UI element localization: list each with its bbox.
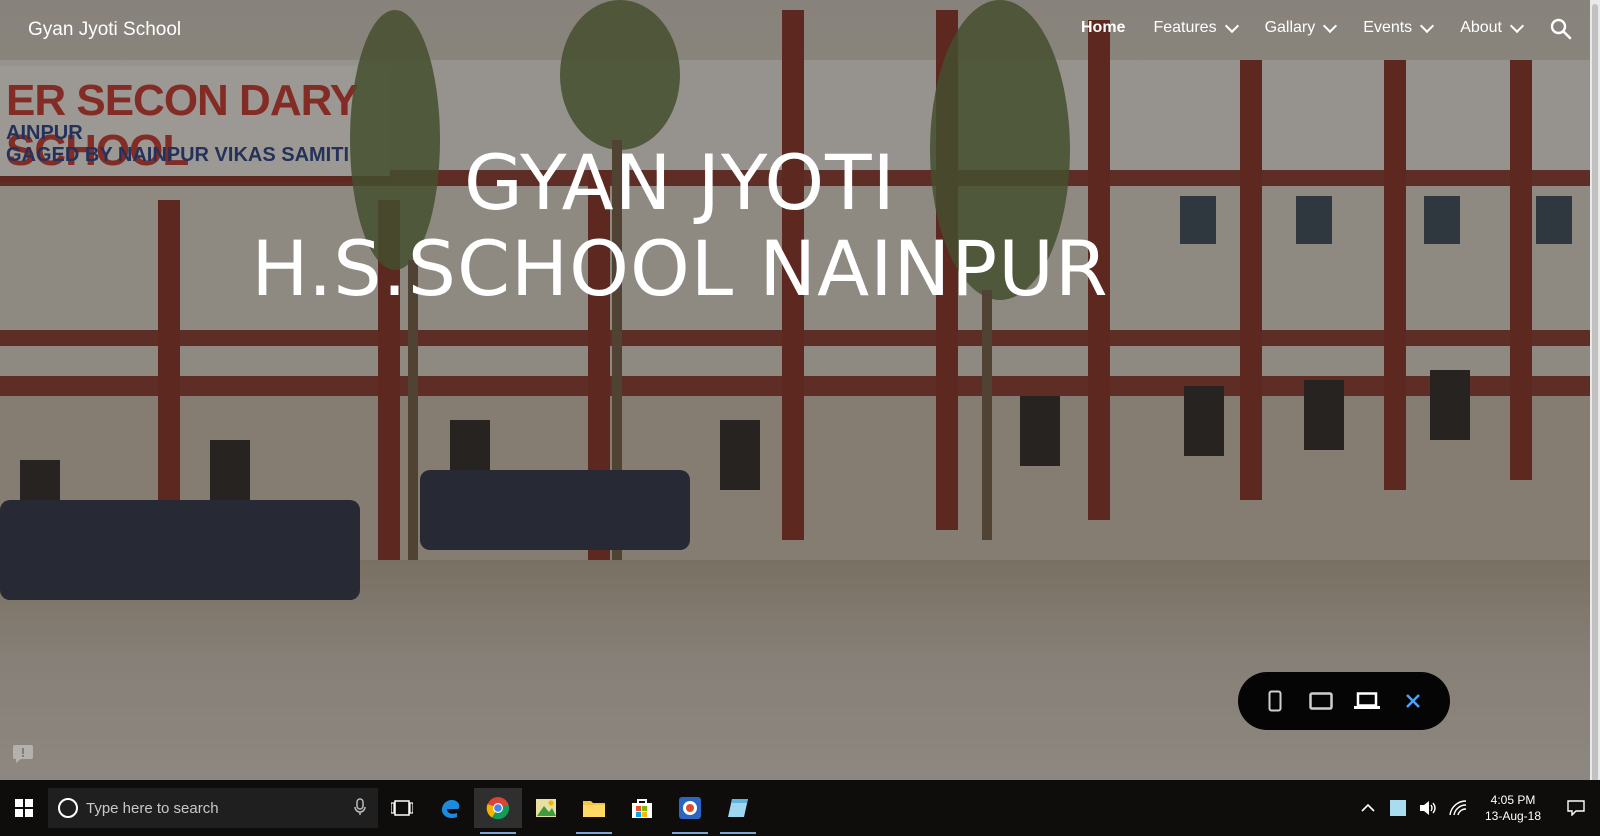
hero-title: GYAN JYOTI H.S.SCHOOL NAINPUR bbox=[0, 140, 1360, 312]
nav-item-label: About bbox=[1460, 19, 1502, 36]
notes-app-icon[interactable] bbox=[714, 788, 762, 834]
windows-taskbar: Type here to search 4:05 PM 13-Aug-18 bbox=[0, 780, 1600, 836]
windows-start-icon[interactable] bbox=[0, 788, 48, 828]
chevron-up-icon[interactable] bbox=[1358, 798, 1378, 818]
nav-item-label: Features bbox=[1153, 19, 1217, 36]
system-tray: 4:05 PM 13-Aug-18 bbox=[1358, 788, 1600, 828]
clock-date: 13-Aug-18 bbox=[1484, 809, 1542, 823]
cortana-icon bbox=[58, 798, 78, 818]
task-view-icon[interactable] bbox=[378, 788, 426, 828]
hero-title-line-2: H.S.SCHOOL NAINPUR bbox=[251, 224, 1109, 313]
nav-item-gallary[interactable]: Gallary bbox=[1264, 18, 1338, 37]
hero-title-line-1: GYAN JYOTI bbox=[464, 138, 896, 227]
image-app-icon[interactable] bbox=[522, 788, 570, 828]
tray-app-icon[interactable] bbox=[1388, 798, 1408, 818]
device-preview-bar bbox=[1238, 672, 1450, 730]
volume-icon[interactable] bbox=[1418, 798, 1438, 818]
media-app-icon[interactable] bbox=[666, 788, 714, 834]
nav-item-label: Events bbox=[1363, 19, 1413, 36]
nav-item-label: Gallary bbox=[1264, 19, 1316, 36]
site-title[interactable]: Gyan Jyoti School bbox=[28, 19, 181, 41]
nav-item-home[interactable]: Home bbox=[1081, 19, 1125, 37]
chevron-down-icon bbox=[1323, 18, 1338, 33]
clock-time: 4:05 PM bbox=[1490, 793, 1536, 807]
chrome-icon[interactable] bbox=[474, 788, 522, 834]
edge-icon[interactable] bbox=[426, 788, 474, 828]
main-nav: Home Features Gallary Events About bbox=[1081, 18, 1525, 37]
taskbar-search-box[interactable]: Type here to search bbox=[48, 788, 378, 828]
search-icon[interactable] bbox=[1550, 18, 1572, 40]
close-icon[interactable] bbox=[1397, 685, 1429, 717]
file-explorer-icon[interactable] bbox=[570, 788, 618, 834]
nav-item-label: Home bbox=[1080, 19, 1126, 36]
taskbar-clock[interactable]: 4:05 PM 13-Aug-18 bbox=[1478, 792, 1548, 824]
laptop-preview-icon[interactable] bbox=[1351, 685, 1383, 717]
phone-preview-icon[interactable] bbox=[1259, 685, 1291, 717]
chevron-down-icon bbox=[1224, 18, 1239, 33]
nav-item-features[interactable]: Features bbox=[1153, 18, 1239, 37]
scrollbar-thumb[interactable] bbox=[1592, 4, 1598, 784]
page-scrollbar[interactable] bbox=[1590, 0, 1600, 796]
chevron-down-icon bbox=[1420, 18, 1435, 33]
nav-item-about[interactable]: About bbox=[1460, 18, 1525, 37]
microphone-icon[interactable] bbox=[354, 798, 366, 821]
wifi-icon[interactable] bbox=[1448, 798, 1468, 818]
action-center-icon[interactable] bbox=[1558, 788, 1594, 828]
nav-item-events[interactable]: Events bbox=[1363, 18, 1435, 37]
chevron-down-icon bbox=[1509, 18, 1525, 33]
search-placeholder: Type here to search bbox=[86, 799, 219, 817]
store-icon[interactable] bbox=[618, 788, 666, 828]
tablet-preview-icon[interactable] bbox=[1305, 685, 1337, 717]
feedback-icon[interactable] bbox=[12, 744, 34, 764]
